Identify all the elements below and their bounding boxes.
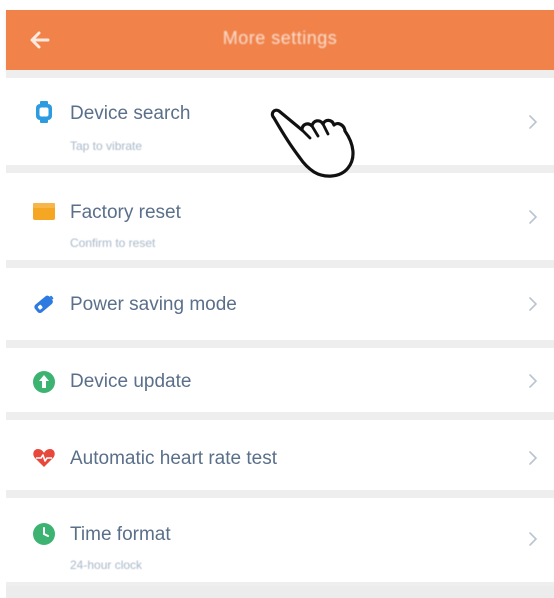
settings-item-title: Factory reset (70, 202, 181, 223)
settings-item-factory-reset[interactable]: Factory reset Confirm to reset (6, 173, 554, 260)
battery-icon (34, 295, 54, 314)
settings-item-device-update[interactable]: Device update (6, 348, 554, 412)
list-bottom-strip (6, 586, 554, 598)
pointing-hand-icon (270, 108, 355, 178)
app-screen: More settings Device search Tap to vibra… (0, 0, 554, 598)
chevron-right-icon (529, 532, 538, 546)
chevron-right-icon (529, 374, 538, 388)
reset-box-icon (33, 203, 55, 220)
settings-item-title: Automatic heart rate test (70, 448, 277, 469)
settings-item-title: Power saving mode (70, 294, 237, 315)
page-title: More settings (222, 28, 338, 48)
settings-item-time-format[interactable]: Time format 24-hour clock (6, 498, 554, 582)
heart-icon (33, 449, 55, 467)
settings-item-title: Device search (70, 103, 191, 124)
settings-item-subtitle: Tap to vibrate (70, 139, 143, 153)
settings-item-title: Time format (70, 524, 171, 545)
chevron-right-icon (529, 210, 538, 224)
chevron-right-icon (529, 451, 538, 465)
settings-item-heart-rate[interactable]: Automatic heart rate test (6, 420, 554, 490)
settings-item-subtitle: 24-hour clock (70, 558, 143, 572)
app-header: More settings (6, 10, 554, 70)
settings-item-power-saving[interactable]: Power saving mode (6, 268, 554, 340)
chevron-right-icon (529, 115, 538, 129)
watch-icon (36, 101, 52, 123)
settings-item-subtitle: Confirm to reset (70, 236, 156, 250)
settings-item-title: Device update (70, 371, 192, 392)
clock-icon (33, 523, 55, 545)
update-icon (33, 371, 55, 393)
chevron-right-icon (529, 297, 538, 311)
